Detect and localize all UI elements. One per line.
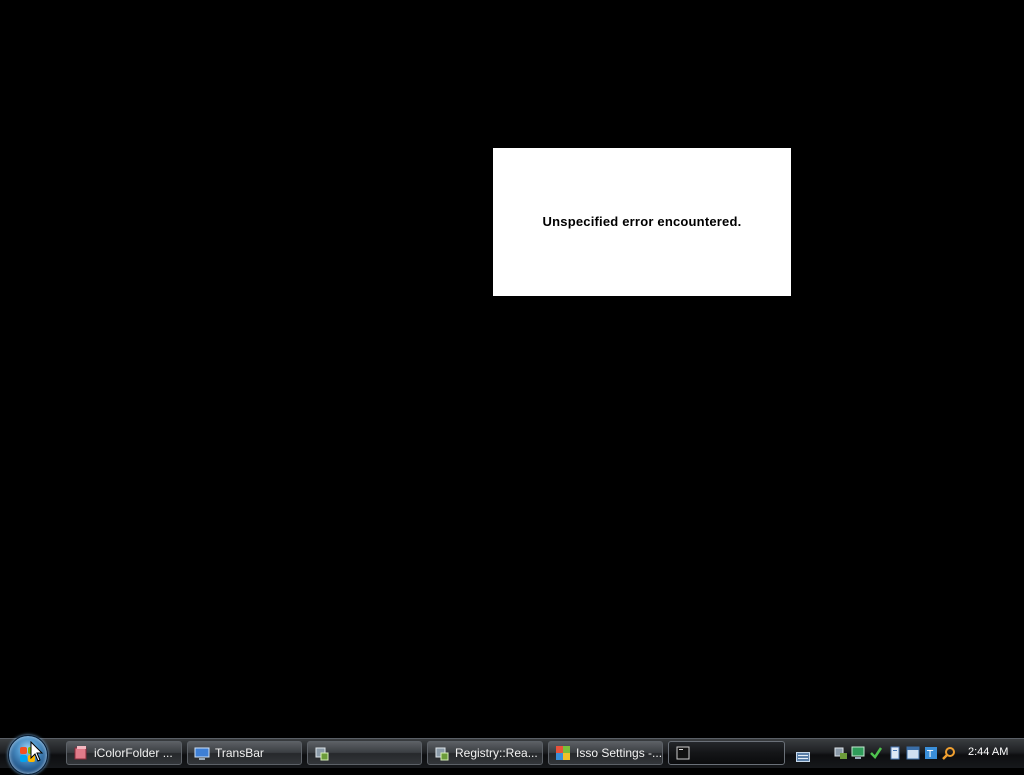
taskbar-button-label: TransBar — [215, 746, 264, 760]
folder-icon — [73, 745, 89, 761]
monitor-icon — [194, 745, 210, 761]
taskbar-button-isso-settings[interactable]: Isso Settings -... — [548, 741, 663, 765]
search-icon[interactable] — [942, 746, 956, 760]
taskbar-button-registry[interactable]: Registry::Rea... — [427, 741, 543, 765]
taskbar-button-icolorfolder[interactable]: iColorFolder ... — [66, 741, 182, 765]
error-message: Unspecified error encountered. — [542, 213, 742, 229]
registry-icon — [434, 745, 450, 761]
svg-text:T: T — [926, 749, 934, 760]
keyboard-icon[interactable] — [796, 749, 810, 762]
settings-icon — [555, 745, 571, 761]
desktop: Unspecified error encountered. — [0, 0, 1024, 738]
taskbar-button-label: Registry::Rea... — [455, 746, 538, 760]
taskbar-button-application[interactable] — [307, 741, 422, 765]
clock[interactable]: 2:44 AM — [968, 746, 1008, 758]
network-icon[interactable] — [834, 746, 848, 760]
taskbar-button-console[interactable] — [668, 741, 785, 765]
console-icon — [675, 745, 691, 761]
display-icon[interactable] — [851, 746, 865, 760]
application-icon — [314, 745, 330, 761]
window-icon[interactable] — [906, 746, 920, 760]
document-icon[interactable] — [888, 746, 902, 760]
taskbar-button-label: iColorFolder ... — [94, 746, 173, 760]
taskbar-button-label: Isso Settings -... — [576, 746, 662, 760]
text-icon[interactable]: T — [924, 746, 938, 760]
error-dialog: Unspecified error encountered. — [493, 148, 791, 296]
taskbar-button-transbar[interactable]: TransBar — [187, 741, 302, 765]
checkmark-icon[interactable] — [869, 746, 883, 760]
